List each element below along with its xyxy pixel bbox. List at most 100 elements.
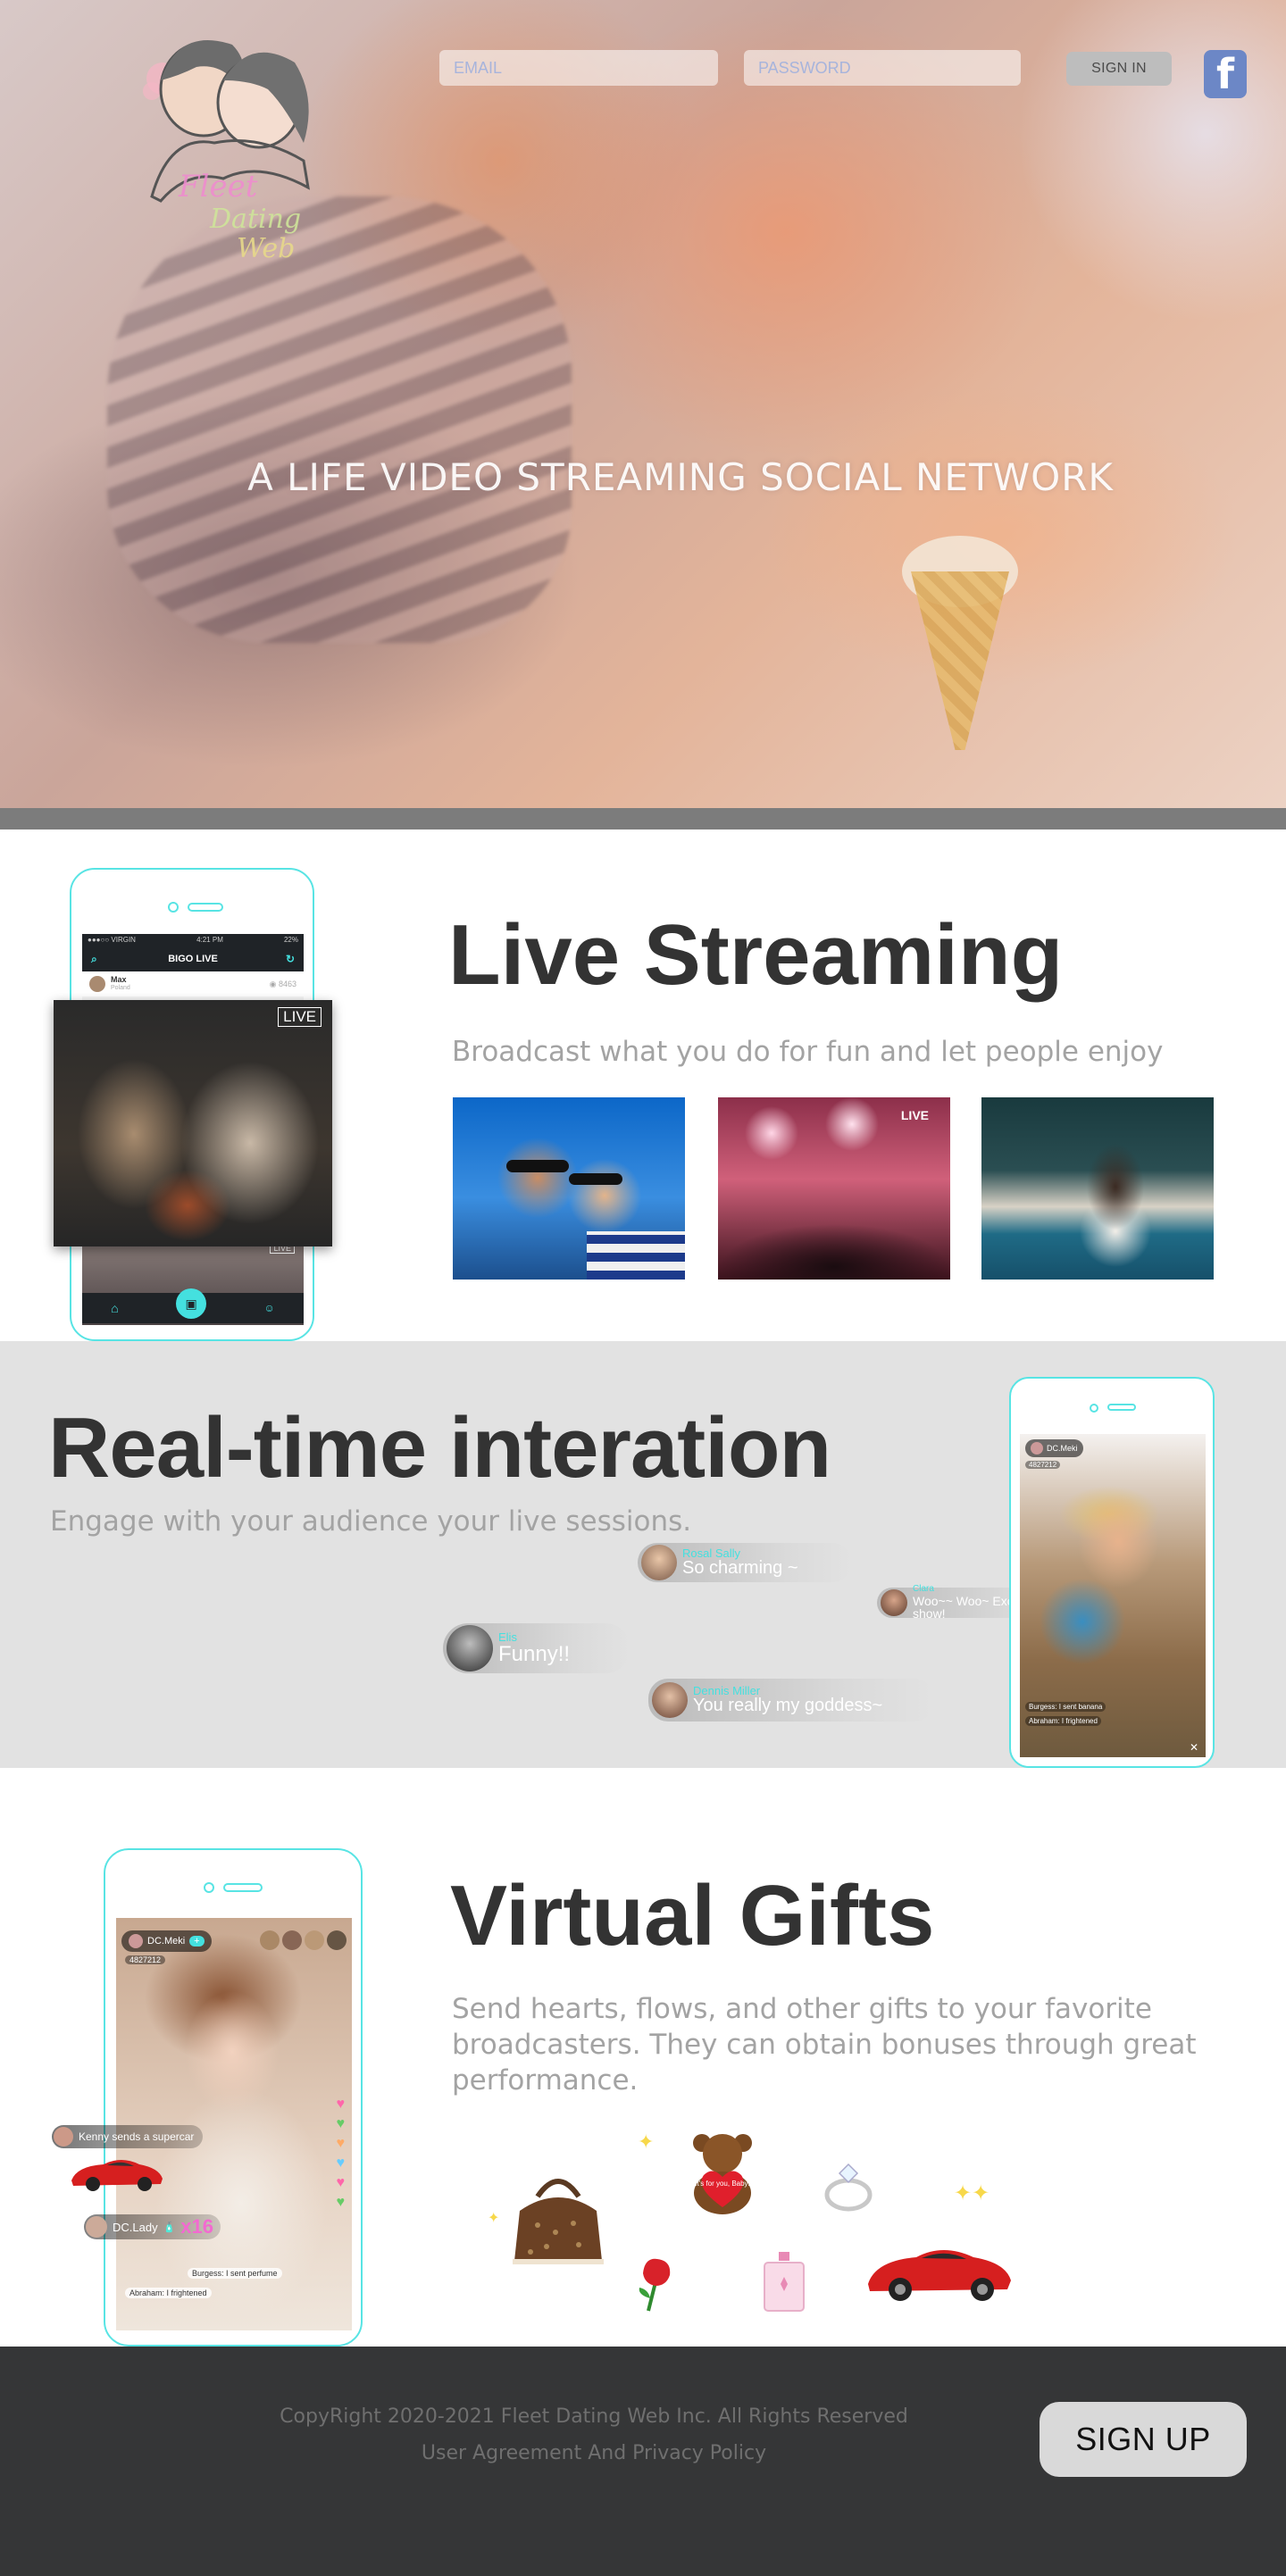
comment-bubble: Dennis Miller You really my goddess~ <box>648 1679 934 1722</box>
realtime-title: Real-time interation <box>48 1400 831 1496</box>
eye-icon: ◉ <box>269 979 277 988</box>
avatar <box>89 976 105 992</box>
live-streaming-subtitle: Broadcast what you do for fun and let pe… <box>452 1036 1164 1068</box>
bear-text: It's for you, Baby! <box>695 2180 750 2188</box>
phone-mockup: DC.Meki + 4827212 ♥ ♥ ♥ ♥ ♥ ♥ Burgess: I… <box>104 1848 363 2347</box>
sign-up-button[interactable]: SIGN UP <box>1040 2402 1247 2477</box>
stream-user-row[interactable]: Max Poland ◉ 8463 <box>82 971 304 996</box>
hero-tagline: A LIFE VIDEO STREAMING SOCIAL NETWORK <box>247 455 1114 499</box>
heart-icon: ♥ <box>336 2097 346 2112</box>
gift-combo: DC.Lady 🧴 x16 <box>84 2214 221 2239</box>
follow-icon[interactable]: + <box>189 1936 205 1947</box>
avatar <box>86 2216 107 2238</box>
avatar <box>282 1930 302 1950</box>
app-header: ⌕ BIGO LIVE ↻ <box>82 946 304 971</box>
chat-line: Burgess: I sent perfume <box>188 2268 282 2279</box>
avatar <box>652 1682 688 1718</box>
email-input[interactable] <box>439 50 718 86</box>
host-badge[interactable]: DC.Meki + <box>121 1930 212 1952</box>
comment-bubble: Elis Funny!! <box>443 1623 630 1673</box>
sunglasses <box>569 1173 622 1185</box>
phone-camera <box>1090 1404 1098 1413</box>
photo-concert: LIVE <box>718 1097 950 1280</box>
phone-camera <box>204 1882 214 1893</box>
home-icon[interactable]: ⌂ <box>111 1301 118 1315</box>
user-name: Max <box>111 975 127 985</box>
live-stream-preview[interactable]: LIVE <box>54 1000 332 1246</box>
camera-icon[interactable]: ▣ <box>176 1288 207 1319</box>
phone-speaker <box>223 1883 263 1892</box>
hero-section: Fleet Dating Web SIGN IN f A LIFE VIDEO … <box>0 0 1286 808</box>
striped-shirt <box>587 1231 685 1280</box>
live-badge: LIVE <box>278 1007 322 1027</box>
perfume-gift-icon <box>764 2252 805 2312</box>
heart-icon: ♥ <box>336 2175 346 2190</box>
realtime-section: Real-time interation Engage with your au… <box>0 1341 1286 1768</box>
copyright-text: CopyRight 2020-2021 Fleet Dating Web Inc… <box>280 2405 908 2428</box>
avatar <box>447 1625 493 1671</box>
rose-gift-icon <box>639 2258 671 2312</box>
chat-line: Burgess: I sent banana <box>1025 1702 1106 1712</box>
host-id: 4827212 <box>125 1955 166 1964</box>
avatar <box>327 1930 347 1950</box>
phone-screen: DC.Meki 4827212 Burgess: I sent banana A… <box>1020 1434 1206 1757</box>
refresh-icon[interactable]: ↻ <box>286 953 295 965</box>
svg-text:Dating: Dating <box>209 204 301 235</box>
sparkle-icon: ✦ <box>638 2130 655 2153</box>
password-input[interactable] <box>744 50 1021 86</box>
heart-icon: ♥ <box>336 2136 346 2151</box>
profile-icon[interactable]: ☺ <box>264 1302 275 1314</box>
facebook-glyph: f <box>1215 50 1234 98</box>
close-icon[interactable]: ✕ <box>1190 1741 1198 1754</box>
phone-speaker <box>188 903 223 912</box>
virtual-gifts-subtitle: Send hearts, flows, and other gifts to y… <box>452 1993 1197 2097</box>
phone-mockup: DC.Meki 4827212 Burgess: I sent banana A… <box>1009 1377 1215 1768</box>
sign-in-button[interactable]: SIGN IN <box>1066 52 1172 86</box>
site-logo[interactable]: Fleet Dating Web <box>125 27 339 268</box>
photo-couple <box>453 1097 685 1280</box>
legal-links[interactable]: User Agreement And Privacy Policy <box>0 2442 1188 2464</box>
teddy-bear-gift-icon: It's for you, Baby! <box>693 2134 752 2214</box>
perfume-icon: 🧴 <box>163 2222 176 2233</box>
avatar <box>129 1934 143 1948</box>
host-id: 4827212 <box>1025 1461 1061 1469</box>
avatar <box>881 1589 907 1616</box>
realtime-subtitle: Engage with your audience your live sess… <box>50 1505 692 1538</box>
heart-icon: ♥ <box>336 2155 346 2171</box>
photo-live-badge: LIVE <box>900 1108 929 1122</box>
virtual-gifts-title: Virtual Gifts <box>450 1868 935 1963</box>
user-location: Poland <box>111 985 130 992</box>
sports-car-gift-icon <box>868 2250 1011 2301</box>
sparkle-icon: ✦✦ <box>954 2181 990 2205</box>
photo-cafe <box>981 1097 1214 1280</box>
chat-line: Abraham: I frightened <box>125 2288 212 2298</box>
hero-photo-detail <box>911 571 1009 750</box>
sunglasses <box>506 1160 569 1172</box>
logo-text: Fleet <box>178 169 258 204</box>
status-bar: ●●●○○ VIRGIN 4:21 PM 22% <box>82 934 304 946</box>
avatar <box>260 1930 280 1950</box>
floating-hearts: ♥ ♥ ♥ ♥ ♥ ♥ <box>337 2097 346 2211</box>
search-icon[interactable]: ⌕ <box>91 953 97 966</box>
sparkle-icon: ✦ <box>488 2211 500 2226</box>
hero-divider <box>0 808 1286 829</box>
handbag-gift-icon <box>513 2179 604 2264</box>
host-badge[interactable]: DC.Meki <box>1025 1439 1083 1457</box>
viewer-count: ◉ 8463 <box>269 979 296 988</box>
live-streaming-title: Live Streaming <box>448 907 1064 1003</box>
supercar-gift-icon <box>71 2160 163 2191</box>
gift-notice: Kenny sends a supercar <box>52 2125 204 2148</box>
ring-gift-icon <box>824 2163 873 2212</box>
avatar <box>1031 1442 1043 1455</box>
facebook-icon[interactable]: f <box>1204 50 1247 98</box>
chat-line: Abraham: I frightened <box>1025 1716 1101 1726</box>
phone-speaker <box>1107 1404 1136 1411</box>
viewer-avatars <box>260 1930 347 1950</box>
phone-camera <box>168 902 179 913</box>
page: Fleet Dating Web SIGN IN f A LIFE VIDEO … <box>0 0 1286 2576</box>
heart-icon: ♥ <box>336 2116 346 2131</box>
heart-icon: ♥ <box>336 2195 346 2210</box>
phone-screen: DC.Meki + 4827212 ♥ ♥ ♥ ♥ ♥ ♥ Burgess: I… <box>116 1918 352 2330</box>
avatar <box>54 2127 73 2147</box>
comment-bubble: Rosal Sally So charming ~ <box>638 1543 852 1582</box>
